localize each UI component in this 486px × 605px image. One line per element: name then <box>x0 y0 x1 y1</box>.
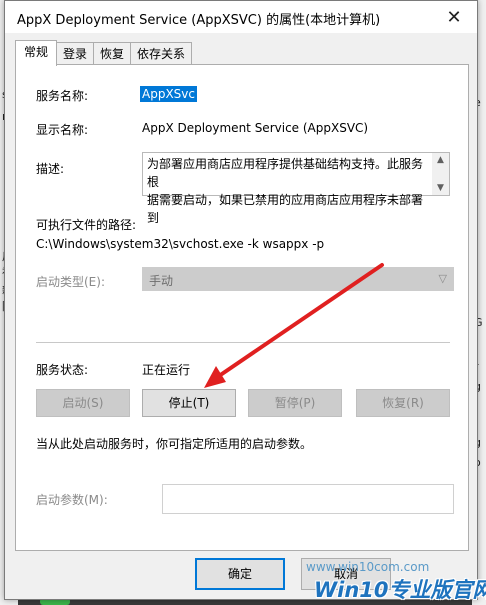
startup-type-label: 启动类型(E): <box>36 275 105 289</box>
tab-recovery[interactable]: 恢复 <box>93 42 132 66</box>
startup-type-select[interactable]: 手动 ▽ <box>142 267 454 291</box>
resume-button[interactable]: 恢复(R) <box>356 389 450 417</box>
display-name-label: 显示名称: <box>36 123 89 137</box>
close-button[interactable]: ✕ <box>431 1 477 33</box>
tab-strip: 常规 登录 恢复 依存关系 <box>15 40 193 66</box>
tab-dependencies[interactable]: 依存关系 <box>130 42 193 66</box>
scroll-down-icon[interactable]: ▼ <box>432 181 449 195</box>
window-title: AppX Deployment Service (AppXSVC) 的属性(本地… <box>17 13 381 28</box>
start-params-input[interactable] <box>162 484 454 514</box>
tab-logon[interactable]: 登录 <box>56 42 95 66</box>
description-box[interactable]: 为部署应用商店应用程序提供基础结构支持。此服务根 据需要启动，如果已禁用的应用商… <box>142 152 450 225</box>
separator <box>36 342 450 343</box>
service-status-label: 服务状态: <box>36 363 89 377</box>
service-name-label: 服务名称: <box>36 89 89 103</box>
start-button[interactable]: 启动(S) <box>36 389 130 417</box>
description-label: 描述: <box>36 162 65 176</box>
tab-general[interactable]: 常规 <box>15 40 58 66</box>
watermark-logo: Win10专业版官网 <box>314 578 486 602</box>
exe-path-label: 可执行文件的路径: <box>36 218 137 232</box>
pause-button[interactable]: 暂停(P) <box>248 389 342 417</box>
chevron-down-icon: ▽ <box>438 272 447 285</box>
description-line: 为部署应用商店应用程序提供基础结构支持。此服务根 <box>147 157 424 189</box>
title-bar: AppX Deployment Service (AppXSVC) 的属性(本地… <box>5 1 477 33</box>
description-text: 为部署应用商店应用程序提供基础结构支持。此服务根 据需要启动，如果已禁用的应用商… <box>147 155 429 227</box>
watermark-url: www.win10com.com <box>306 560 430 574</box>
exe-path-value: C:\Windows\system32\svchost.exe -k wsapp… <box>36 237 325 251</box>
description-line: 据需要启动，如果已禁用的应用商店应用程序未部署到 <box>147 193 424 225</box>
scroll-up-icon[interactable]: ▲ <box>432 153 449 167</box>
start-params-label: 启动参数(M): <box>36 493 108 507</box>
display-name-value: AppX Deployment Service (AppXSVC) <box>142 121 369 135</box>
description-scrollbar[interactable]: ▲ ▼ <box>432 153 449 195</box>
service-status-value: 正在运行 <box>142 363 191 377</box>
close-icon: ✕ <box>446 6 462 28</box>
ok-button[interactable]: 确定 <box>195 558 285 590</box>
startup-type-value: 手动 <box>149 274 174 288</box>
general-tab-panel: 服务名称: AppXSvc 显示名称: AppX Deployment Serv… <box>15 64 469 551</box>
start-params-hint: 当从此处启动服务时，你可指定所适用的启动参数。 <box>36 437 313 451</box>
service-properties-dialog: AppX Deployment Service (AppXSVC) 的属性(本地… <box>4 0 478 600</box>
service-name-value[interactable]: AppXSvc <box>140 86 197 102</box>
stop-button[interactable]: 停止(T) <box>142 389 236 417</box>
